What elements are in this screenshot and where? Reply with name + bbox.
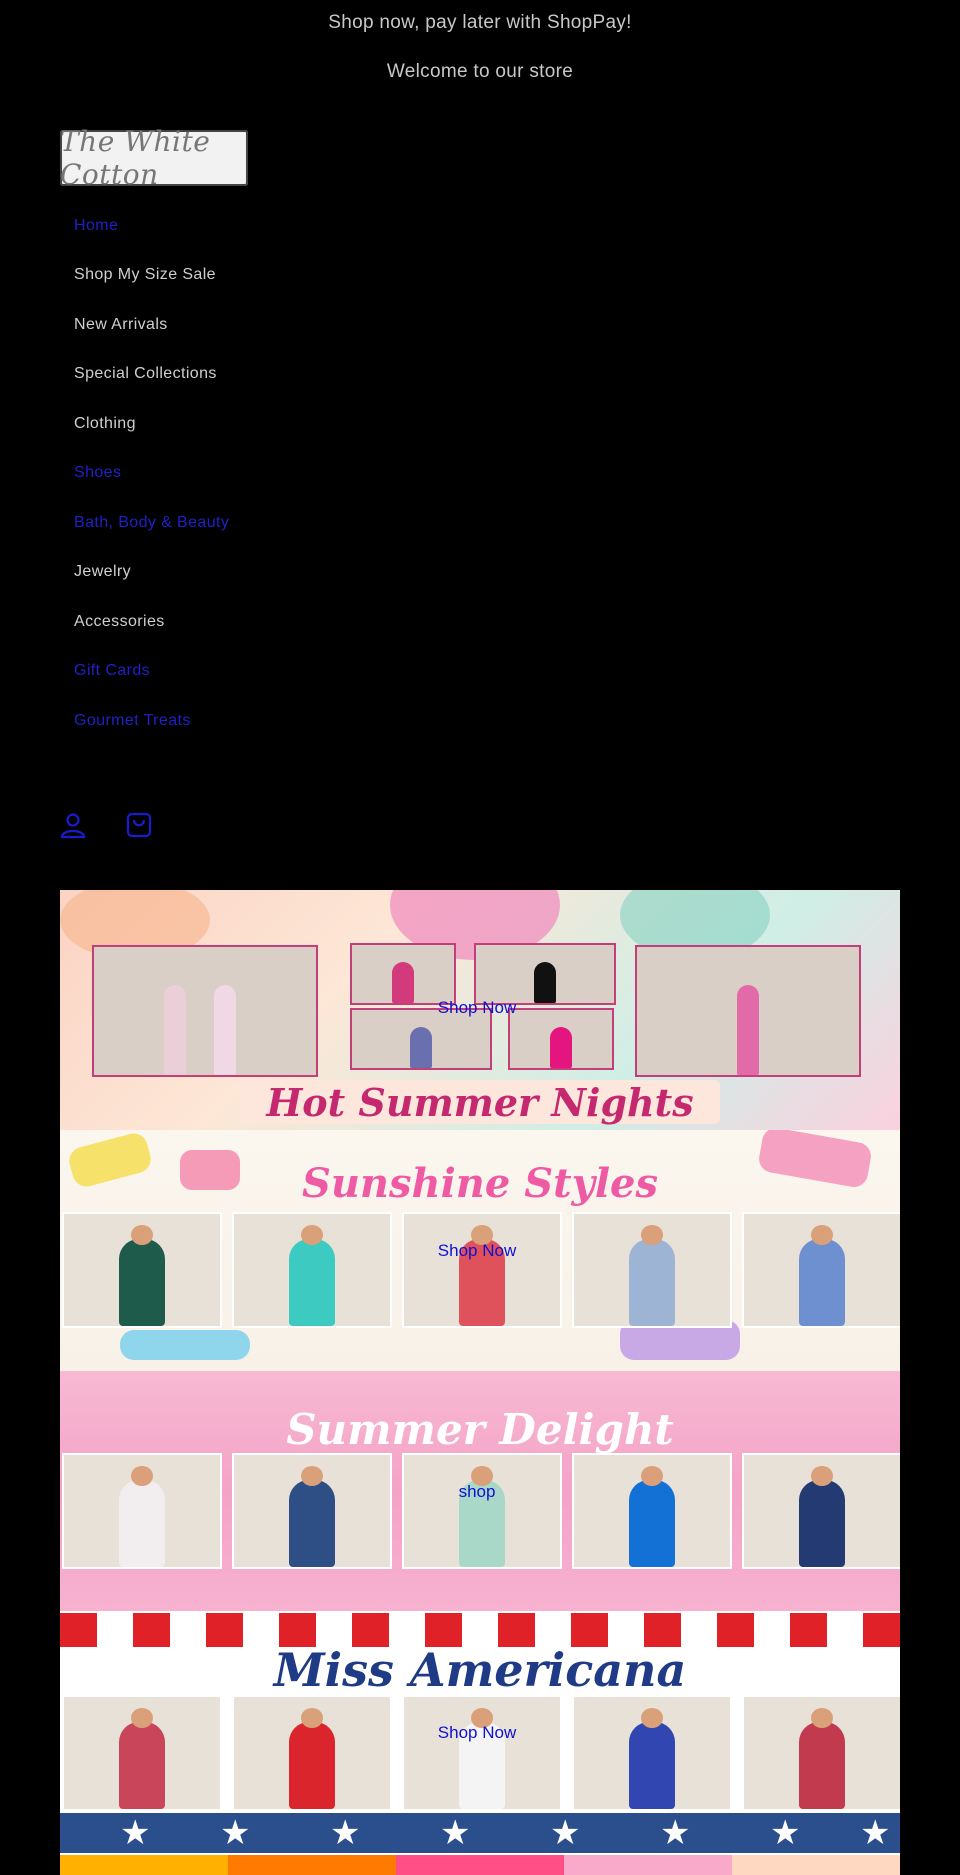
product-photo bbox=[232, 1453, 392, 1569]
nav-item-home[interactable]: Home bbox=[74, 217, 118, 235]
product-photo bbox=[474, 943, 616, 1005]
red-stripe-row bbox=[60, 1613, 900, 1647]
shop-link[interactable]: shop bbox=[60, 1482, 894, 1502]
star-icon: ★ bbox=[220, 1814, 251, 1852]
product-photo bbox=[232, 1695, 392, 1811]
product-photo bbox=[572, 1212, 732, 1328]
star-icon: ★ bbox=[770, 1814, 801, 1852]
next-banner-color-strip bbox=[60, 1855, 900, 1875]
product-photo bbox=[402, 1212, 562, 1328]
product-photo bbox=[742, 1212, 900, 1328]
store-logo-text: The White Cotton bbox=[60, 125, 211, 191]
banner-summer-delight[interactable]: Summer Delight shop bbox=[60, 1371, 900, 1611]
product-photo bbox=[402, 1695, 562, 1811]
product-photo bbox=[62, 1453, 222, 1569]
shop-now-link[interactable]: Shop Now bbox=[60, 1723, 894, 1743]
popsicle-decor bbox=[120, 1330, 250, 1360]
star-icon: ★ bbox=[550, 1814, 581, 1852]
shop-now-link[interactable]: Shop Now bbox=[60, 1241, 894, 1261]
product-photo bbox=[350, 943, 456, 1005]
product-photo bbox=[742, 1695, 900, 1811]
shop-now-link[interactable]: Shop Now bbox=[60, 998, 894, 1018]
star-icon: ★ bbox=[860, 1814, 891, 1852]
nav-item-gift-cards[interactable]: Gift Cards bbox=[74, 662, 150, 680]
banner-title: Summer Delight bbox=[286, 1405, 674, 1454]
banner-title: Sunshine Styles bbox=[301, 1160, 659, 1207]
product-photo bbox=[572, 1695, 732, 1811]
nav-item-clothing[interactable]: Clothing bbox=[74, 415, 136, 433]
product-photo bbox=[572, 1453, 732, 1569]
nav-item-jewelry[interactable]: Jewelry bbox=[74, 563, 131, 581]
announcement-welcome: Welcome to our store bbox=[386, 61, 574, 82]
nav-item-new-arrivals[interactable]: New Arrivals bbox=[74, 316, 168, 334]
star-stripe-row: ★ ★ ★ ★ ★ ★ ★ ★ bbox=[60, 1813, 900, 1853]
star-icon: ★ bbox=[660, 1814, 691, 1852]
banner-sunshine-styles[interactable]: Sunshine Styles Shop Now bbox=[60, 1130, 900, 1371]
announcement-shoppay: Shop now, pay later with ShopPay! bbox=[328, 12, 632, 33]
product-photo bbox=[232, 1212, 392, 1328]
nav-item-shoes[interactable]: Shoes bbox=[74, 464, 121, 482]
star-icon: ★ bbox=[330, 1814, 361, 1852]
product-photo bbox=[402, 1453, 562, 1569]
banner-hot-summer-nights[interactable]: Hot Summer Nights Shop Now bbox=[60, 890, 900, 1130]
nav-item-bath-body-beauty[interactable]: Bath, Body & Beauty bbox=[74, 514, 229, 532]
product-photo bbox=[62, 1212, 222, 1328]
banner-title: Hot Summer Nights bbox=[266, 1080, 694, 1125]
product-photo bbox=[62, 1695, 222, 1811]
star-icon: ★ bbox=[120, 1814, 151, 1852]
account-icon[interactable] bbox=[58, 810, 88, 840]
banner-miss-americana[interactable]: Miss Americana ★ ★ ★ ★ ★ ★ ★ ★ Shop Now bbox=[60, 1611, 900, 1855]
store-logo[interactable]: The White Cotton bbox=[60, 125, 248, 191]
cart-icon[interactable] bbox=[124, 810, 154, 840]
star-icon: ★ bbox=[440, 1814, 471, 1852]
banner-title: Miss Americana bbox=[273, 1643, 687, 1697]
nav-item-special-collections[interactable]: Special Collections bbox=[74, 365, 217, 383]
nav-item-gourmet-treats[interactable]: Gourmet Treats bbox=[74, 712, 191, 730]
nav-item-shop-my-size-sale[interactable]: Shop My Size Sale bbox=[74, 266, 216, 284]
product-photo bbox=[742, 1453, 900, 1569]
nav-item-accessories[interactable]: Accessories bbox=[74, 613, 165, 631]
